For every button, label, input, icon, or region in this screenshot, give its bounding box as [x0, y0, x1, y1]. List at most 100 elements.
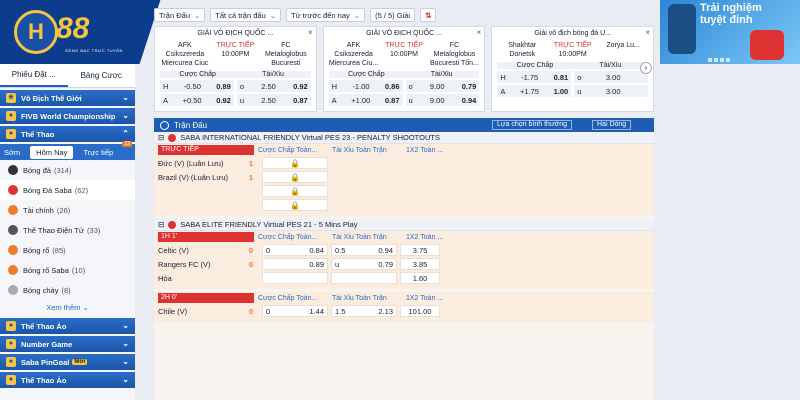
- match-filter-select[interactable]: Tất cả trận đấu ⌄: [210, 8, 282, 22]
- odds-price: 0.89: [309, 259, 324, 269]
- odds-price: 2.13: [378, 306, 393, 316]
- sport-count: (33): [87, 225, 101, 235]
- league-select[interactable]: (5 / 5) Giải: [370, 8, 416, 22]
- sidebar-sport-item[interactable]: Thể Thao Điện Tử (33): [0, 220, 135, 240]
- card-teams: AFK Csikszereda Miercurea Ciu... TRỰC TIẾ…: [329, 41, 480, 68]
- sidebar-sport-item[interactable]: Bóng Đá Saba (62): [0, 180, 135, 200]
- 1x2-odds[interactable]: 3.75: [400, 244, 440, 256]
- handicap-odds[interactable]: H -1.75 0.81: [497, 71, 572, 83]
- sport-name: Tài chính: [23, 205, 54, 215]
- handicap-odds[interactable]: [262, 272, 328, 284]
- sidebar-sport-item[interactable]: Bóng rổ Saba (10): [0, 260, 135, 280]
- clock-icon: [160, 120, 169, 130]
- banner-line1: Trải nghiệm: [700, 2, 762, 14]
- sidebar-section[interactable]: ● Number Game ⌄: [0, 336, 135, 352]
- tab-early[interactable]: Sớm: [4, 148, 20, 157]
- odds-side: u: [577, 86, 582, 96]
- team-row: 🔒: [154, 198, 654, 212]
- collapse-icon[interactable]: ⊟: [158, 220, 164, 229]
- match-card[interactable]: GIẢI VÔ ĐỊCH QUỐC ... AFK Csikszereda Mie…: [322, 26, 486, 112]
- handicap-odds[interactable]: A +1.00 0.87: [328, 94, 403, 106]
- odds-row: A +0.50 0.92 u 2.50 0.87: [160, 94, 311, 106]
- card-teams: AFK Csikszereda Miercurea Ciuc TRỰC TIẾP 1…: [160, 41, 311, 68]
- 1x2-odds[interactable]: 101.00: [400, 305, 440, 317]
- date-range-select[interactable]: Từ trước đến nay ⌄: [286, 8, 366, 22]
- handicap-odds[interactable]: 0 1.44: [262, 305, 328, 317]
- team-score: 1: [248, 172, 254, 182]
- match-time: 10:00PM: [558, 51, 587, 58]
- handicap-header: Cược Chấp: [497, 62, 573, 69]
- view-select[interactable]: Hai Dòng: [592, 120, 632, 130]
- sidebar-section-fivb[interactable]: ● FIVB World Championship ⌄: [0, 108, 135, 124]
- odds-line: 2.50: [261, 81, 276, 91]
- sidebar-sport-item[interactable]: Bóng chày (8): [0, 280, 135, 300]
- team-name: Hòa: [158, 273, 172, 283]
- over-under-odds[interactable]: o 2.50 0.92: [236, 80, 311, 92]
- handicap-odds[interactable]: A +0.50 0.92: [160, 94, 234, 106]
- over-under-odds[interactable]: 0.5 0.94: [331, 244, 397, 256]
- collapse-icon[interactable]: ⊟: [158, 133, 164, 142]
- tab-bet-table[interactable]: Bảng Cược: [68, 64, 136, 87]
- handicap-odds[interactable]: 0.89: [262, 258, 328, 270]
- handicap-odds[interactable]: 0 0.84: [262, 244, 328, 256]
- tab-live[interactable]: Trực tiếp: [83, 148, 113, 157]
- team-score: 0: [248, 245, 254, 255]
- promo-banner[interactable]: Trải nghiệm tuyệt đỉnh: [660, 0, 800, 64]
- close-icon[interactable]: ×: [477, 28, 482, 37]
- match-status: TRỰC TIẾP 10:00PM: [210, 41, 260, 68]
- over-under-odds[interactable]: u 3.00: [574, 85, 649, 97]
- sidebar-section[interactable]: ● Thể Thao Ảo ⌄: [0, 372, 135, 388]
- tab-bet-slip[interactable]: Phiếu Đặt ...: [0, 64, 68, 87]
- sidebar-sport-item[interactable]: Bóng đá (314): [0, 160, 135, 180]
- handicap-odds[interactable]: H -1.00 0.86: [328, 80, 403, 92]
- match-card[interactable]: GIẢI VÔ ĐỊCH QUỐC ... AFK Csikszereda Mie…: [154, 26, 317, 112]
- match-type-select[interactable]: Trận Đấu ⌄: [154, 8, 206, 22]
- team-score: 1: [248, 158, 254, 168]
- sort-icon[interactable]: ⇅: [420, 8, 437, 22]
- league-row[interactable]: ⊟ SABA ELITE FRIENDLY Virtual PES 21 - 5 …: [154, 219, 654, 231]
- over-under-odds[interactable]: u 9.00 0.94: [405, 94, 480, 106]
- over-under-odds[interactable]: u 0.79: [331, 258, 397, 270]
- over-under-odds[interactable]: 1.5 2.13: [331, 305, 397, 317]
- tab-today[interactable]: Hôm Nay: [30, 145, 74, 159]
- handicap-odds[interactable]: H -0.50 0.89: [160, 80, 234, 92]
- over-under-odds[interactable]: o 9.00 0.79: [405, 80, 480, 92]
- team-name: Đức (V) (Luân Lưu): [158, 158, 224, 168]
- close-icon[interactable]: ×: [645, 28, 650, 37]
- sidebar-sport-item[interactable]: Bóng rổ (85): [0, 240, 135, 260]
- chevron-down-icon: ⌄: [194, 10, 201, 20]
- team-score: 0: [248, 259, 254, 269]
- sidebar-sport-item[interactable]: Tài chính (26): [0, 200, 135, 220]
- carousel-dots[interactable]: [708, 58, 730, 62]
- sidebar-section[interactable]: ● Thể Thao Ảo ⌄: [0, 318, 135, 334]
- sidebar-section-sports[interactable]: ● Thể Thao ⌃: [0, 126, 135, 142]
- odds-line: +1.00: [351, 95, 371, 105]
- odds-side: H: [500, 72, 506, 82]
- 1x2-odds[interactable]: 1.60: [400, 272, 440, 284]
- over-under-odds[interactable]: [331, 272, 397, 284]
- sidebar-section-world-cup[interactable]: ★ Vô Địch Thế Giới ⌄: [0, 90, 135, 106]
- odds-price: 1.00: [553, 86, 569, 96]
- show-more-button[interactable]: Xem thêm ⌄: [0, 300, 135, 316]
- team-name: Brazil (V) (Luân Lưu): [158, 172, 229, 182]
- league-row[interactable]: ⊟ SABA INTERNATIONAL FRIENDLY Virtual PES…: [154, 132, 654, 144]
- trophy-icon: ★: [6, 93, 16, 103]
- close-icon[interactable]: ×: [308, 28, 313, 37]
- chevron-right-icon[interactable]: ›: [640, 62, 652, 74]
- sidebar-section[interactable]: ● Saba PinGoal Mới ⌄: [0, 354, 135, 370]
- away-team: Zorya Lu...: [606, 42, 640, 49]
- match-card[interactable]: Giải vô địch bóng đá U... Shakhtar Donets…: [491, 26, 655, 112]
- over-under-odds[interactable]: o 3.00: [574, 71, 649, 83]
- 1x2-odds[interactable]: 3.85: [400, 258, 440, 270]
- odds-line: 3.00: [605, 86, 621, 96]
- league-name: SABA INTERNATIONAL FRIENDLY Virtual PES …: [180, 133, 440, 142]
- odds-price: 0.81: [553, 72, 569, 82]
- site-logo[interactable]: H 88 SÒNG BẠC TRỰC TUYẾN: [0, 0, 164, 64]
- match-time: 10:00PM: [389, 51, 419, 58]
- column-title: Tài Xỉu Toàn Trận: [332, 146, 387, 154]
- over-under-odds[interactable]: u 2.50 0.87: [236, 94, 311, 106]
- handicap-odds[interactable]: A +1.75 1.00: [497, 85, 572, 97]
- sort-select[interactable]: Lựa chọn bình thường: [492, 120, 573, 130]
- league-group: 2H 0' Cược Chấp Toàn... Tài Xỉu Toàn Trận 1…: [154, 292, 654, 322]
- odds-side: A: [331, 95, 337, 105]
